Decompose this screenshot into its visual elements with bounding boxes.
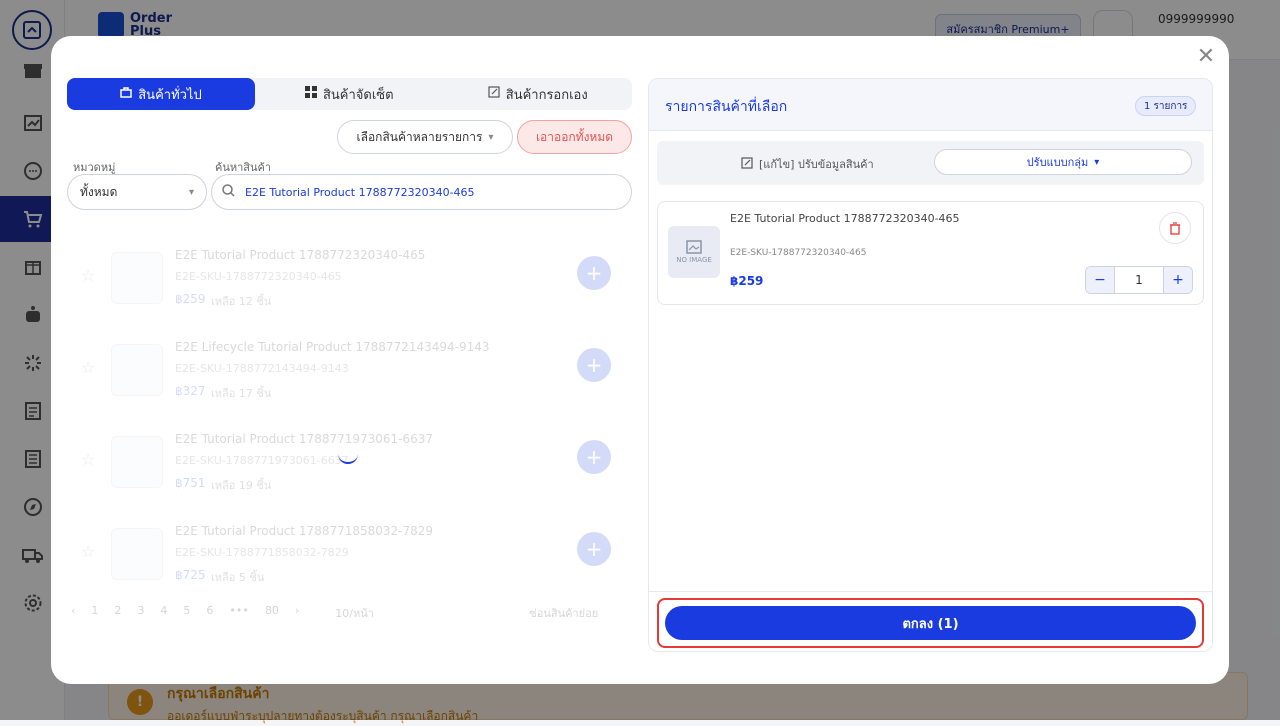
- confirm-highlight: ตกลง (1): [657, 598, 1204, 648]
- product-price: ฿259: [175, 292, 206, 306]
- page-link[interactable]: 1: [91, 604, 98, 622]
- add-product-button[interactable]: +: [577, 532, 611, 566]
- page-link[interactable]: 6: [206, 604, 213, 622]
- add-product-button[interactable]: +: [577, 348, 611, 382]
- grid-icon: [304, 86, 317, 102]
- selected-title: รายการสินค้าที่เลือก: [665, 99, 788, 115]
- increment-button[interactable]: +: [1164, 267, 1192, 293]
- add-product-button[interactable]: +: [577, 440, 611, 474]
- product-picker-modal: ✕ สินค้าทั่วไป สินค้าจัดเซ็ต สินค้ากรอกเ…: [51, 36, 1229, 684]
- product-thumbnail: [111, 528, 163, 580]
- product-type-tabs: สินค้าทั่วไป สินค้าจัดเซ็ต สินค้ากรอกเอง: [67, 78, 632, 110]
- per-page-select[interactable]: 10/หน้า: [335, 604, 423, 622]
- product-thumbnail: [111, 344, 163, 396]
- trash-icon[interactable]: [1159, 212, 1191, 244]
- product-list: ☆ E2E Tutorial Product 1788772320340-465…: [67, 236, 632, 596]
- tab-label: สินค้ากรอกเอง: [505, 87, 588, 103]
- product-name: E2E Tutorial Product 1788772320340-465: [175, 248, 426, 262]
- chevron-left-icon[interactable]: ‹: [71, 604, 75, 622]
- star-icon[interactable]: ☆: [81, 450, 95, 469]
- search-input[interactable]: E2E Tutorial Product 1788772320340-465: [211, 174, 632, 210]
- page-link[interactable]: 80: [265, 604, 279, 622]
- decrement-button[interactable]: −: [1086, 267, 1114, 293]
- chevron-down-icon: ▾: [1094, 156, 1100, 168]
- star-icon[interactable]: ☆: [81, 266, 95, 285]
- selected-footer: ตกลง (1): [649, 591, 1212, 651]
- list-item[interactable]: ☆ E2E Tutorial Product 1788771858032-782…: [67, 512, 632, 604]
- tab-manual-products[interactable]: สินค้ากรอกเอง: [444, 78, 633, 110]
- page-link[interactable]: 4: [160, 604, 167, 622]
- bulk-adjust-select[interactable]: ปรับแบบกลุ่ม ▾: [934, 149, 1192, 175]
- search-icon: [222, 184, 235, 200]
- star-icon[interactable]: ☆: [81, 358, 95, 377]
- selected-product-sku: E2E-SKU-1788772320340-465: [730, 248, 867, 258]
- close-icon[interactable]: ✕: [1195, 46, 1217, 68]
- product-price: ฿751: [175, 476, 206, 490]
- star-icon[interactable]: ☆: [81, 542, 95, 561]
- edit-icon: [741, 156, 753, 172]
- selected-header: รายการสินค้าที่เลือก 1 รายการ: [649, 79, 1212, 131]
- selected-product-price: ฿259: [730, 274, 764, 288]
- product-sku: E2E-SKU-1788772320340-465: [175, 270, 342, 283]
- hide-variants-toggle[interactable]: ซ่อนสินค้าย่อย: [529, 604, 598, 622]
- search-value: E2E Tutorial Product 1788772320340-465: [245, 185, 475, 199]
- product-stock: เหลือ 17 ชิ้น: [211, 387, 272, 400]
- product-sku: E2E-SKU-1788771858032-7829: [175, 546, 349, 559]
- remove-all-button[interactable]: เอาออกทั้งหมด: [517, 120, 632, 154]
- select-multiple-label: เลือกสินค้าหลายรายการ: [356, 129, 483, 144]
- bag-icon: [120, 86, 132, 102]
- chevron-right-icon[interactable]: ›: [295, 604, 299, 622]
- tab-label: สินค้าทั่วไป: [138, 87, 202, 103]
- chevron-down-icon: ▾: [188, 186, 194, 198]
- product-sku: E2E-SKU-1788771973061-6637: [175, 454, 349, 467]
- no-image-placeholder: NO IMAGE: [668, 226, 720, 278]
- edit-icon: [488, 86, 500, 102]
- list-item[interactable]: ☆ E2E Tutorial Product 1788771973061-663…: [67, 420, 632, 512]
- selected-product-card: NO IMAGE E2E Tutorial Product 1788772320…: [657, 201, 1204, 305]
- page-link[interactable]: 5: [183, 604, 190, 622]
- quantity-value[interactable]: 1: [1114, 267, 1164, 293]
- category-value: ทั้งหมด: [80, 184, 118, 199]
- page-ellipsis[interactable]: •••: [229, 604, 248, 622]
- product-name: E2E Tutorial Product 1788771858032-7829: [175, 524, 434, 538]
- category-select[interactable]: ทั้งหมด ▾: [67, 174, 207, 210]
- tab-label: สินค้าจัดเซ็ต: [322, 87, 394, 103]
- tab-general-products[interactable]: สินค้าทั่วไป: [67, 78, 255, 110]
- product-price: ฿725: [175, 568, 206, 582]
- no-image-text: NO IMAGE: [676, 256, 712, 264]
- product-stock: เหลือ 12 ชิ้น: [211, 295, 272, 308]
- selected-products-panel: รายการสินค้าที่เลือก 1 รายการ [แก้ไข] ปร…: [648, 78, 1213, 652]
- select-multiple-button[interactable]: เลือกสินค้าหลายรายการ ▾: [337, 120, 513, 154]
- selected-product-name: E2E Tutorial Product 1788772320340-465: [730, 212, 960, 225]
- selected-toolbar: [แก้ไข] ปรับข้อมูลสินค้า ปรับแบบกลุ่ม ▾: [657, 141, 1204, 185]
- page-link[interactable]: 2: [114, 604, 121, 622]
- product-name: E2E Tutorial Product 1788771973061-6637: [175, 432, 434, 446]
- bulk-label: ปรับแบบกลุ่ม: [1026, 156, 1089, 169]
- tab-set-products[interactable]: สินค้าจัดเซ็ต: [255, 78, 444, 110]
- chevron-down-icon: ▾: [488, 131, 494, 143]
- add-product-button[interactable]: +: [577, 256, 611, 290]
- product-thumbnail: [111, 436, 163, 488]
- quantity-stepper: − 1 +: [1085, 266, 1193, 294]
- page-link[interactable]: 3: [137, 604, 144, 622]
- selected-count-badge: 1 รายการ: [1135, 96, 1197, 116]
- product-sku: E2E-SKU-1788772143494-9143: [175, 362, 349, 375]
- list-item[interactable]: ☆ E2E Lifecycle Tutorial Product 1788772…: [67, 328, 632, 420]
- list-item[interactable]: ☆ E2E Tutorial Product 1788772320340-465…: [67, 236, 632, 328]
- edit-product-data-button[interactable]: [แก้ไข] ปรับข้อมูลสินค้า: [741, 155, 874, 173]
- pagination: ‹ 1 2 3 4 5 6 ••• 80 › 10/หน้า ซ่อนสินค้…: [71, 604, 598, 622]
- product-name: E2E Lifecycle Tutorial Product 178877214…: [175, 340, 490, 354]
- product-price: ฿327: [175, 384, 206, 398]
- confirm-button[interactable]: ตกลง (1): [665, 606, 1196, 640]
- product-stock: เหลือ 5 ชิ้น: [211, 571, 265, 584]
- product-stock: เหลือ 19 ชิ้น: [211, 479, 272, 492]
- product-thumbnail: [111, 252, 163, 304]
- edit-label: [แก้ไข] ปรับข้อมูลสินค้า: [759, 158, 874, 171]
